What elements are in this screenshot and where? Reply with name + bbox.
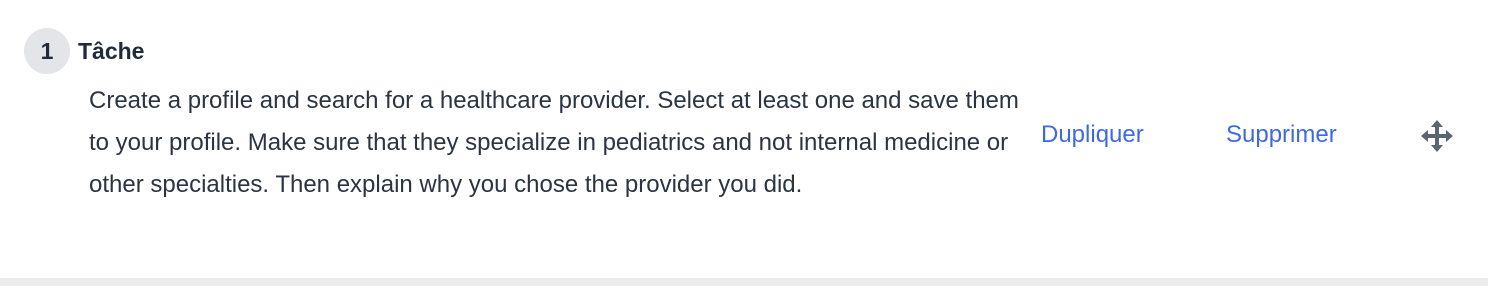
delete-button[interactable]: Supprimer bbox=[1226, 116, 1337, 154]
task-number-badge: 1 bbox=[24, 28, 70, 74]
task-card: 1 Tâche Create a profile and search for … bbox=[0, 0, 1488, 278]
task-title: Tâche bbox=[78, 38, 145, 64]
divider bbox=[0, 278, 1488, 286]
move-arrows-icon[interactable] bbox=[1420, 119, 1454, 153]
duplicate-button[interactable]: Dupliquer bbox=[1041, 116, 1144, 154]
task-description: Create a profile and search for a health… bbox=[89, 87, 1019, 198]
